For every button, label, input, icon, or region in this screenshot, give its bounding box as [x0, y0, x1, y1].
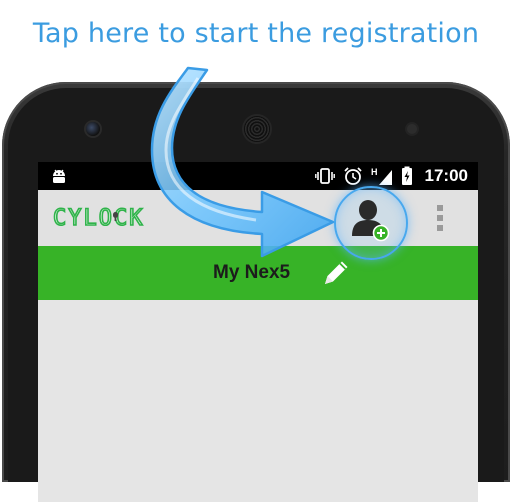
- pencil-icon[interactable]: [319, 256, 353, 290]
- android-icon: [53, 169, 65, 183]
- device-bar: My Nex5: [38, 246, 478, 300]
- add-user-icon: [352, 200, 390, 242]
- signal-h-icon: H: [371, 167, 392, 185]
- svg-text:CYLOCK: CYLOCK: [53, 206, 144, 228]
- svg-text:H: H: [371, 167, 378, 177]
- add-user-button[interactable]: [334, 186, 408, 260]
- overflow-menu-icon[interactable]: [432, 202, 448, 234]
- battery-charging-icon: [401, 166, 412, 185]
- device-name: My Nex5: [213, 262, 291, 283]
- front-camera: [86, 122, 100, 136]
- status-icons: H 17:00: [314, 162, 468, 190]
- status-bar: H 17:00: [38, 162, 478, 190]
- earpiece-speaker: [244, 116, 270, 142]
- instruction-caption: Tap here to start the registration: [32, 18, 480, 49]
- vibrate-icon: [314, 168, 335, 184]
- alarm-icon: [343, 167, 362, 185]
- clock: 17:00: [424, 166, 468, 185]
- phone-frame: H 17:00 CYLOCK My Nex5: [2, 82, 510, 502]
- proximity-sensor: [407, 124, 417, 134]
- app-toolbar: CYLOCK: [38, 190, 478, 247]
- cylock-logo: CYLOCK: [52, 205, 144, 228]
- phone-screen: H 17:00 CYLOCK My Nex5: [38, 162, 478, 502]
- content-area: [38, 300, 478, 502]
